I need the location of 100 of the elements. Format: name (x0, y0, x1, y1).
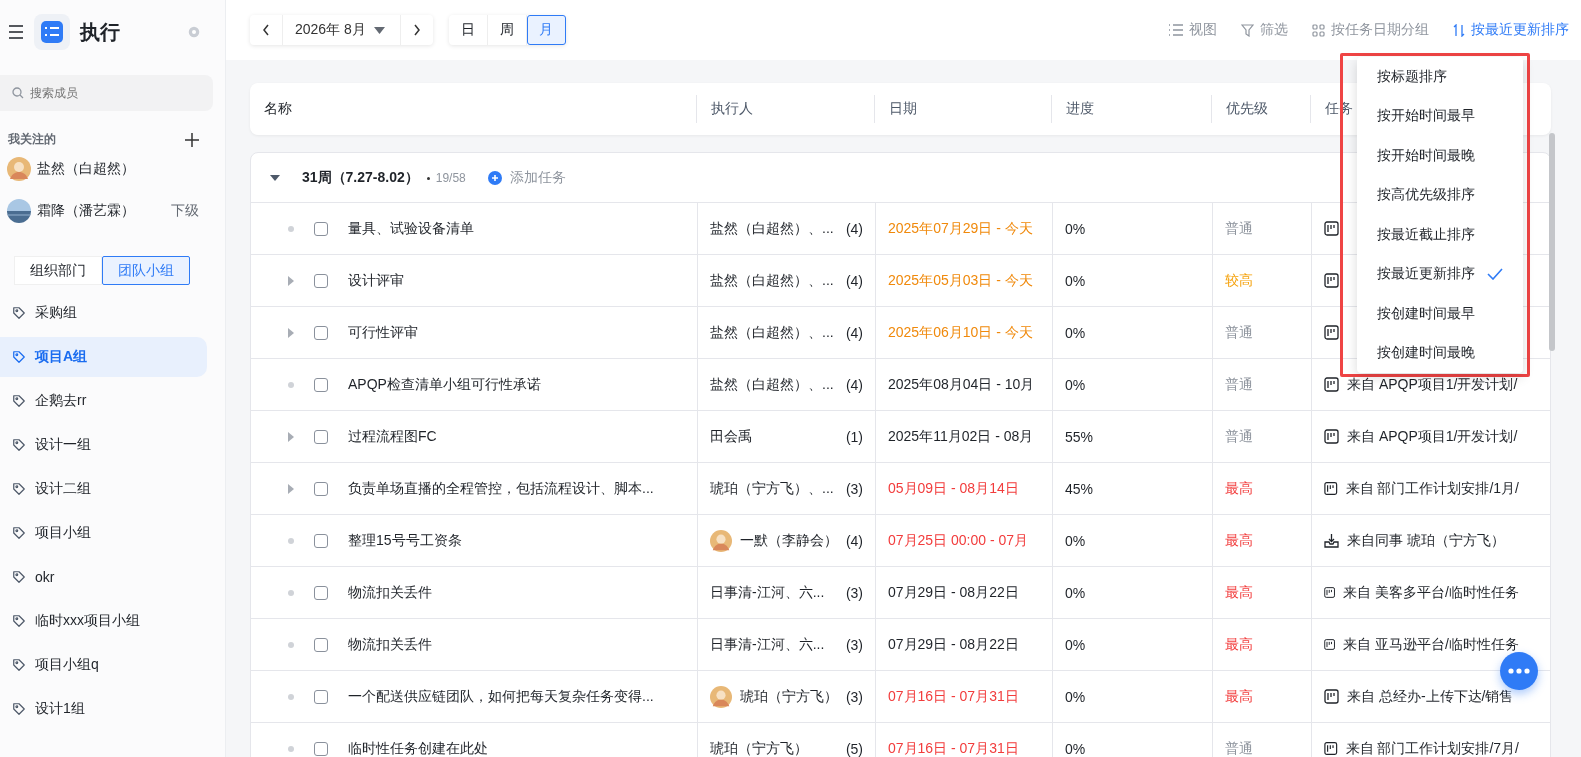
sort-option[interactable]: 按最近更新排序 (1357, 254, 1523, 294)
expand-arrow-icon[interactable] (288, 431, 294, 442)
sidebar-tab[interactable]: 团队小组 (102, 256, 190, 285)
group-item[interactable]: 设计二组 (0, 469, 207, 509)
search-field[interactable]: 搜索成员 (0, 75, 213, 111)
sort-button[interactable]: 按最近更新排序 (1453, 21, 1569, 39)
view-tab[interactable]: 日 (448, 15, 488, 45)
sort-option[interactable]: 按高优先级排序 (1357, 175, 1523, 215)
task-name[interactable]: 量具、试验设备清单 (348, 219, 474, 238)
checkbox[interactable] (314, 741, 328, 756)
sidebar-tab[interactable]: 组织部门 (14, 256, 102, 285)
group-count: 19/58 (426, 170, 466, 185)
assignee-count: (3) (845, 688, 863, 705)
group-item[interactable]: 采购组 (0, 293, 207, 333)
expand-arrow-icon[interactable] (288, 483, 294, 494)
task-source: 来自 总经办-上传下达/销售 (1347, 687, 1514, 706)
priority-label: 最高 (1225, 583, 1253, 602)
assignee-name: 田会禹 (710, 427, 753, 446)
group-item[interactable]: 项目A组 (0, 337, 207, 377)
tag-icon (12, 394, 26, 408)
sort-option[interactable]: 按最近截止排序 (1357, 215, 1523, 255)
view-tab[interactable]: 月 (526, 15, 566, 45)
assignee-name: 盐然（白超然）、... (710, 375, 835, 394)
member-name[interactable]: 霜降（潘艺霖） (37, 202, 165, 220)
assignee-count: (4) (845, 376, 863, 393)
checkbox[interactable] (314, 377, 328, 392)
assignee-name: 盐然（白超然）、... (710, 271, 835, 290)
checkbox[interactable] (314, 325, 328, 340)
chevron-left-icon (262, 24, 270, 36)
tag-icon (12, 306, 26, 320)
task-date: 07月16日 - 07月31日 (888, 739, 1019, 757)
group-item[interactable]: okr (0, 557, 207, 597)
task-source: 来自同事 琥珀（宁方飞） (1347, 531, 1505, 550)
group-item[interactable]: 项目小组 (0, 513, 207, 553)
task-name[interactable]: 物流扣关丢件 (348, 583, 432, 602)
checkbox[interactable] (314, 533, 328, 548)
month-picker[interactable]: 2026年 8月 (283, 15, 401, 45)
checkbox[interactable] (314, 585, 328, 600)
member-name[interactable]: 盐然（白超然） (37, 160, 199, 178)
checkbox[interactable] (314, 637, 328, 652)
sort-option[interactable]: 按创建时间最早 (1357, 294, 1523, 334)
checkbox[interactable] (314, 481, 328, 496)
task-date: 2025年06月10日 - 今天 (888, 323, 1033, 342)
task-name[interactable]: 一个配送供应链团队，如何把每天复杂任务变得... (348, 687, 654, 706)
sort-option[interactable]: 按开始时间最晚 (1357, 136, 1523, 176)
task-date: 2025年05月03日 - 今天 (888, 271, 1033, 290)
priority-label: 普通 (1225, 323, 1253, 342)
add-icon[interactable] (185, 132, 199, 147)
tag-icon (12, 658, 26, 672)
app-title: 执行 (80, 19, 121, 45)
priority-label: 最高 (1225, 635, 1253, 654)
assignee-name: 琥珀（宁方飞） (710, 739, 809, 757)
task-date: 2025年11月02日 - 08月 (888, 427, 1034, 446)
scrollbar[interactable] (1549, 133, 1555, 351)
expand-arrow-icon[interactable] (288, 275, 294, 286)
assignee-count: (4) (845, 324, 863, 341)
task-name[interactable]: 临时性任务创建在此处 (348, 739, 488, 757)
progress-value: 0% (1065, 688, 1086, 705)
task-name[interactable]: 过程流程图FC (348, 427, 437, 446)
task-source: 来自 APQP项目1/开发计划/ (1347, 375, 1518, 394)
expand-arrow-icon[interactable] (288, 327, 294, 338)
column-header: 进度 (1051, 95, 1211, 123)
checkbox[interactable] (314, 221, 328, 236)
view-tab[interactable]: 周 (487, 15, 527, 45)
sort-option[interactable]: 按创建时间最晚 (1357, 333, 1523, 373)
progress-value: 0% (1065, 376, 1086, 393)
task-name[interactable]: APQP检查清单小组可行性承诺 (348, 375, 541, 394)
column-header: 优先级 (1211, 95, 1310, 123)
menu-icon[interactable] (8, 25, 24, 39)
caret-icon[interactable] (270, 174, 280, 181)
task-name[interactable]: 设计评审 (348, 271, 404, 290)
avatar-icon (710, 685, 732, 708)
progress-value: 0% (1065, 636, 1086, 653)
assignee-name: 一默（李静会） (740, 531, 838, 550)
progress-value: 0% (1065, 584, 1086, 601)
tag-icon (12, 526, 26, 540)
task-name[interactable]: 可行性评审 (348, 323, 418, 342)
sort-option[interactable]: 按标题排序 (1357, 57, 1523, 97)
group-item[interactable]: 设计一组 (0, 425, 207, 465)
task-date: 07月29日 - 08月22日 (888, 635, 1019, 654)
progress-value: 55% (1065, 428, 1094, 445)
checkbox[interactable] (314, 689, 328, 704)
group-item[interactable]: 企鹅去rr (0, 381, 207, 421)
group-item[interactable]: 临时xxx项目小组 (0, 601, 207, 641)
group-item[interactable]: 设计1组 (0, 689, 207, 729)
tag-icon (12, 614, 26, 628)
assignee-name: 琥珀（宁方飞） (740, 687, 838, 706)
checkbox[interactable] (314, 429, 328, 444)
task-name[interactable]: 整理15号号工资条 (348, 531, 462, 550)
priority-label: 普通 (1225, 219, 1253, 238)
task-name[interactable]: 物流扣关丢件 (348, 635, 432, 654)
avatar-icon (710, 529, 732, 552)
checkbox[interactable] (314, 273, 328, 288)
progress-value: 0% (1065, 740, 1086, 757)
task-date: 2025年07月29日 - 今天 (888, 219, 1033, 238)
group-item[interactable]: 项目小组q (0, 645, 207, 685)
task-date: 07月16日 - 07月31日 (888, 687, 1019, 706)
assignee-name: 日事清-江河、六... (710, 583, 826, 602)
task-name[interactable]: 负责单场直播的全程管控，包括流程设计、脚本... (348, 479, 654, 498)
priority-label: 最高 (1225, 687, 1253, 706)
